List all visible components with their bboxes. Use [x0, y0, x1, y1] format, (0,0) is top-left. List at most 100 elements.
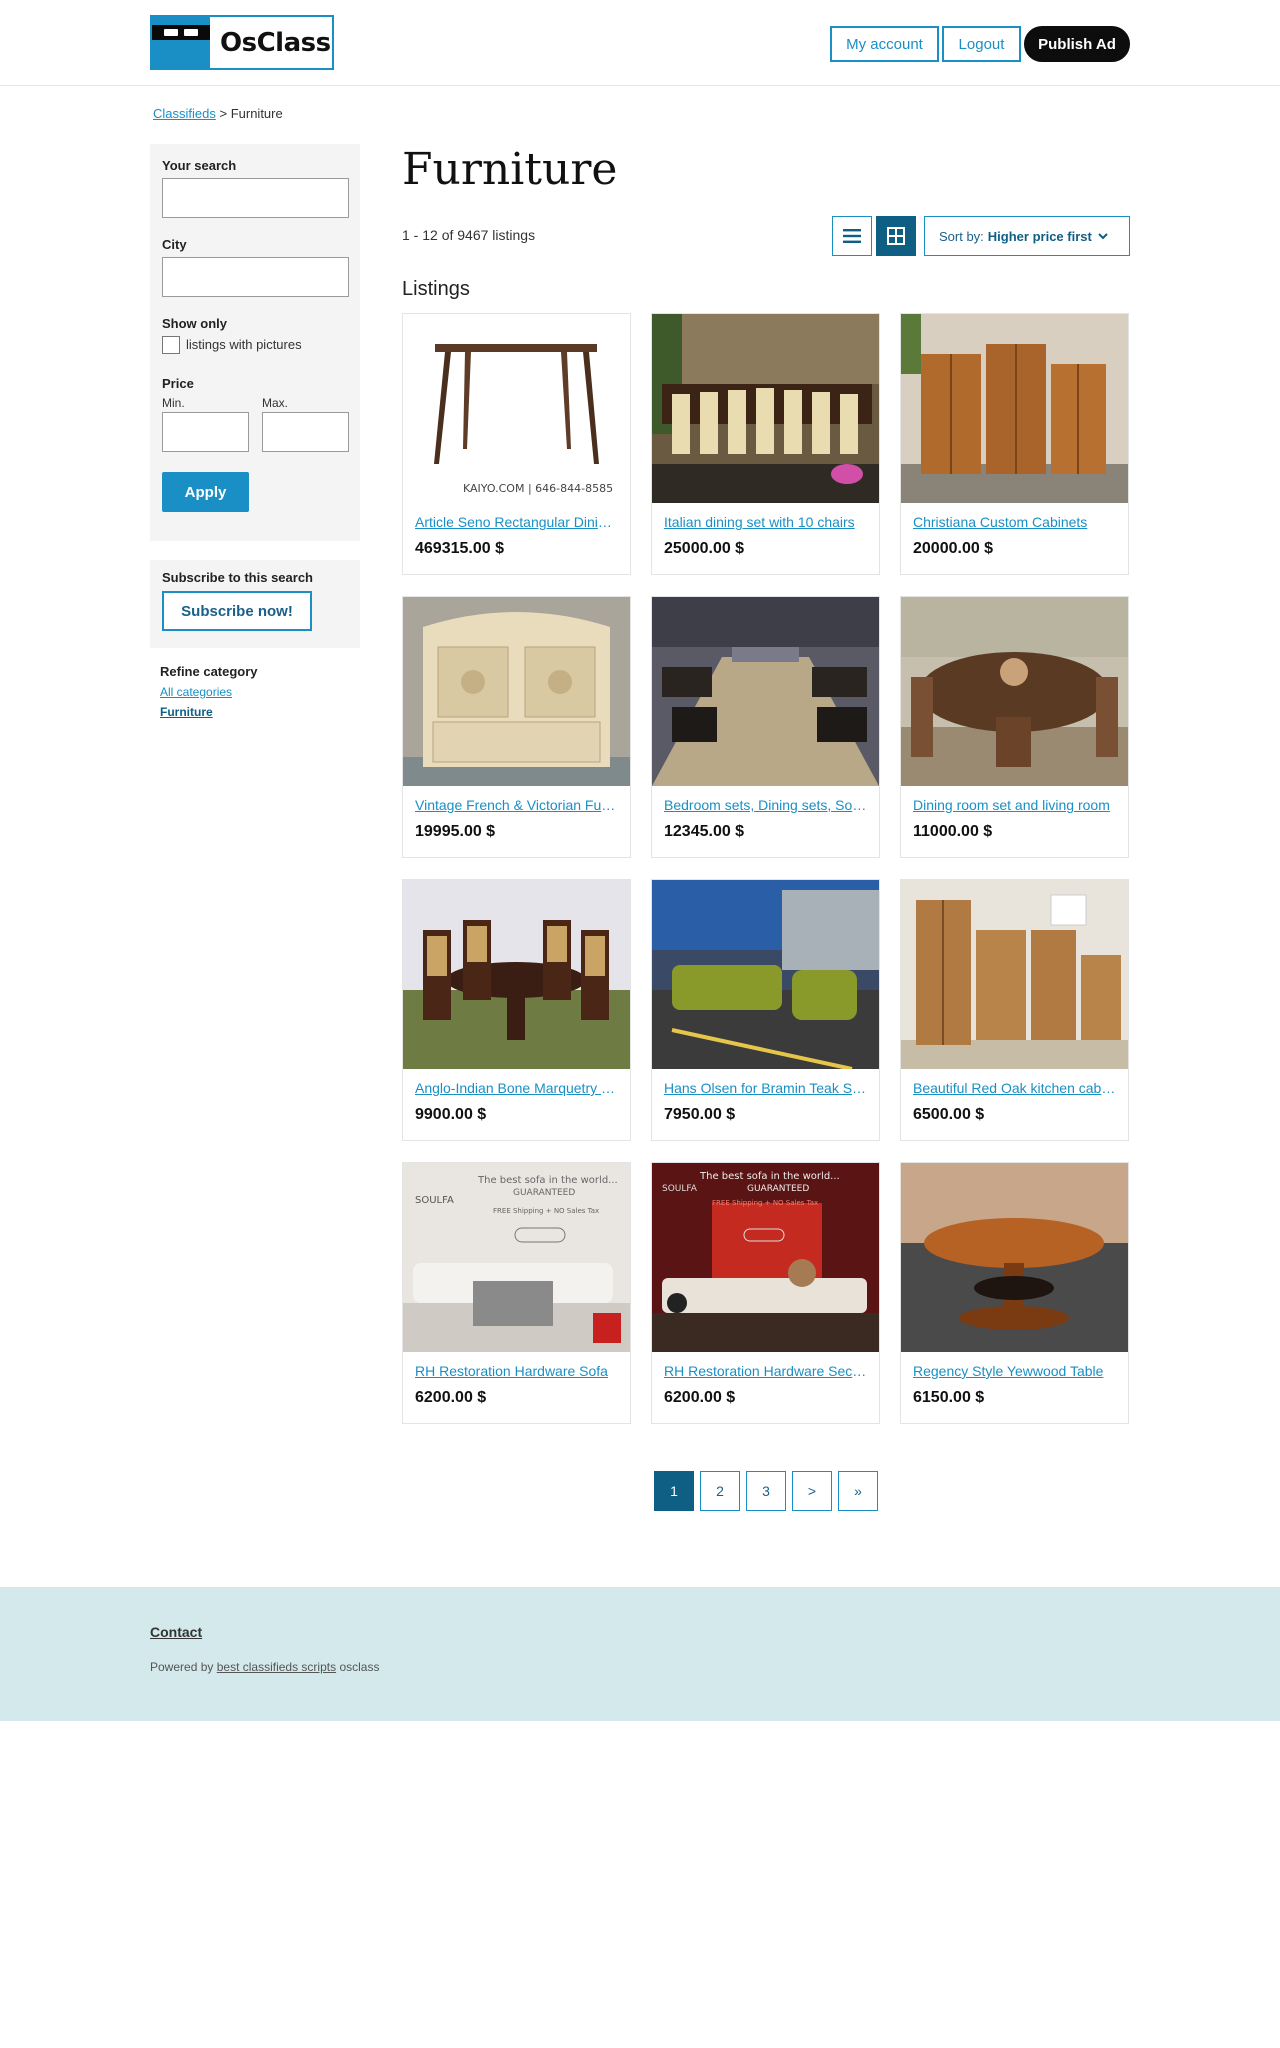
listing-card: Hans Olsen for Bramin Teak Sofa 7950.00 …: [651, 879, 880, 1141]
page-1-button[interactable]: 1: [654, 1471, 694, 1511]
city-label: City: [162, 237, 187, 252]
listing-price: 9900.00 $: [415, 1106, 487, 1123]
pictures-label: listings with pictures: [186, 337, 302, 352]
breadcrumb: Classifieds > Furniture: [153, 106, 283, 121]
listing-image[interactable]: [652, 314, 879, 503]
powered-by: Powered by best classifieds scripts oscl…: [150, 1660, 379, 1674]
listing-image[interactable]: [901, 1163, 1128, 1352]
listing-card: Bedroom sets, Dining sets, Sofas 12345.0…: [651, 596, 880, 858]
show-only-label: Show only: [162, 316, 227, 331]
all-categories-link[interactable]: All categories: [160, 685, 258, 699]
pictures-checkbox[interactable]: [162, 336, 180, 354]
listing-price: 469315.00 $: [415, 540, 504, 557]
grid-view-icon: [887, 227, 905, 245]
listing-card: Italian dining set with 10 chairs 25000.…: [651, 313, 880, 575]
listing-image[interactable]: [403, 880, 630, 1069]
site-logo[interactable]: OsClass: [150, 15, 334, 70]
furniture-category-link[interactable]: Furniture: [160, 705, 258, 719]
listing-card: Regency Style Yewwood Table 6150.00 $: [900, 1162, 1129, 1424]
logo-icon: [152, 17, 210, 68]
listing-price: 6150.00 $: [913, 1389, 985, 1406]
listing-price: 20000.00 $: [913, 540, 994, 557]
last-page-button[interactable]: »: [838, 1471, 878, 1511]
breadcrumb-classifieds-link[interactable]: Classifieds: [153, 106, 216, 121]
subscribe-title: Subscribe to this search: [162, 570, 313, 585]
listing-title-link[interactable]: Italian dining set with 10 chairs: [664, 514, 867, 530]
svg-text:FREE Shipping + NO Sales Tax: FREE Shipping + NO Sales Tax: [493, 1207, 599, 1215]
listing-image[interactable]: SOULFA The best sofa in the world... GUA…: [652, 1163, 879, 1352]
listing-image[interactable]: [652, 880, 879, 1069]
listing-card: Christiana Custom Cabinets 20000.00 $: [900, 313, 1129, 575]
site-header: OsClass My account Logout Publish Ad: [0, 0, 1280, 86]
listing-card: Vintage French & Victorian Furniture 199…: [402, 596, 631, 858]
powered-suffix: osclass: [339, 1660, 380, 1674]
listing-image[interactable]: [901, 880, 1128, 1069]
svg-text:The best sofa in the world...: The best sofa in the world...: [477, 1175, 618, 1186]
list-view-button[interactable]: [832, 216, 872, 256]
listing-price: 12345.00 $: [664, 823, 745, 840]
pagination: 1 2 3 > »: [654, 1471, 878, 1511]
listing-price: 6200.00 $: [664, 1389, 736, 1406]
listing-image[interactable]: KAIYO.COM | 646-844-8585: [403, 314, 630, 503]
my-account-button[interactable]: My account: [830, 26, 939, 62]
min-price-input[interactable]: [162, 412, 249, 452]
page-title: Furniture: [402, 144, 618, 195]
listing-title-link[interactable]: Beautiful Red Oak kitchen cabinets: [913, 1080, 1116, 1096]
listing-title-link[interactable]: Vintage French & Victorian Furniture: [415, 797, 618, 813]
city-input[interactable]: [162, 257, 349, 297]
breadcrumb-current: Furniture: [230, 106, 283, 121]
listing-card: SOULFA The best sofa in the world... GUA…: [651, 1162, 880, 1424]
listings-heading: Listings: [402, 278, 470, 300]
subscribe-panel: Subscribe to this search Subscribe now!: [150, 560, 360, 648]
refine-title: Refine category: [160, 664, 258, 679]
listing-title-link[interactable]: Regency Style Yewwood Table: [913, 1363, 1116, 1379]
next-page-button[interactable]: >: [792, 1471, 832, 1511]
svg-text:SOULFA: SOULFA: [662, 1184, 698, 1194]
apply-button[interactable]: Apply: [162, 472, 249, 512]
listing-title-link[interactable]: Bedroom sets, Dining sets, Sofas: [664, 797, 867, 813]
listing-card: SOULFA The best sofa in the world... GUA…: [402, 1162, 631, 1424]
list-view-icon: [843, 229, 861, 243]
contact-link[interactable]: Contact: [150, 1624, 202, 1640]
page-3-button[interactable]: 3: [746, 1471, 786, 1511]
listing-title-link[interactable]: RH Restoration Hardware Sectional: [664, 1363, 867, 1379]
listing-title-link[interactable]: Article Seno Rectangular Dining Table: [415, 514, 618, 530]
site-footer: Contact Powered by best classifieds scri…: [0, 1587, 1280, 1721]
price-label: Price: [162, 376, 194, 391]
listing-title-link[interactable]: RH Restoration Hardware Sofa: [415, 1363, 618, 1379]
listing-title-link[interactable]: Anglo-Indian Bone Marquetry Set: [415, 1080, 618, 1096]
logout-button[interactable]: Logout: [942, 26, 1021, 62]
breadcrumb-separator: >: [219, 106, 228, 121]
sort-prefix: Sort by:: [939, 228, 984, 244]
publish-ad-button[interactable]: Publish Ad: [1024, 26, 1130, 62]
subscribe-button[interactable]: Subscribe now!: [162, 591, 312, 631]
max-price-input[interactable]: [262, 412, 349, 452]
listing-card: Anglo-Indian Bone Marquetry Set 9900.00 …: [402, 879, 631, 1141]
search-input[interactable]: [162, 178, 349, 218]
classifieds-scripts-link[interactable]: best classifieds scripts: [217, 1660, 336, 1674]
grid-view-button[interactable]: [876, 216, 916, 256]
listing-image[interactable]: SOULFA The best sofa in the world... GUA…: [403, 1163, 630, 1352]
powered-prefix: Powered by: [150, 1660, 214, 1674]
logo-text: OsClass: [220, 27, 331, 58]
svg-text:FREE Shipping + NO Sales Tax: FREE Shipping + NO Sales Tax: [712, 1199, 818, 1207]
listing-title-link[interactable]: Dining room set and living room: [913, 797, 1116, 813]
svg-text:GUARANTEED: GUARANTEED: [513, 1188, 575, 1198]
sort-select[interactable]: Sort by: Higher price first: [924, 216, 1130, 256]
listing-image[interactable]: [901, 597, 1128, 786]
listing-card: KAIYO.COM | 646-844-8585 Article Seno Re…: [402, 313, 631, 575]
listing-title-link[interactable]: Christiana Custom Cabinets: [913, 514, 1116, 530]
listing-title-link[interactable]: Hans Olsen for Bramin Teak Sofa: [664, 1080, 867, 1096]
max-price-label: Max.: [262, 396, 289, 410]
min-price-label: Min.: [162, 396, 185, 410]
search-sidebar: Your search City Show only listings with…: [150, 144, 360, 541]
listing-card: Beautiful Red Oak kitchen cabinets 6500.…: [900, 879, 1129, 1141]
listing-image[interactable]: [652, 597, 879, 786]
listing-price: 7950.00 $: [664, 1106, 736, 1123]
page-2-button[interactable]: 2: [700, 1471, 740, 1511]
listing-image[interactable]: [901, 314, 1128, 503]
listing-image[interactable]: [403, 597, 630, 786]
listing-card: Dining room set and living room 11000.00…: [900, 596, 1129, 858]
listing-price: 19995.00 $: [415, 823, 496, 840]
chevron-down-icon: [1098, 232, 1108, 239]
